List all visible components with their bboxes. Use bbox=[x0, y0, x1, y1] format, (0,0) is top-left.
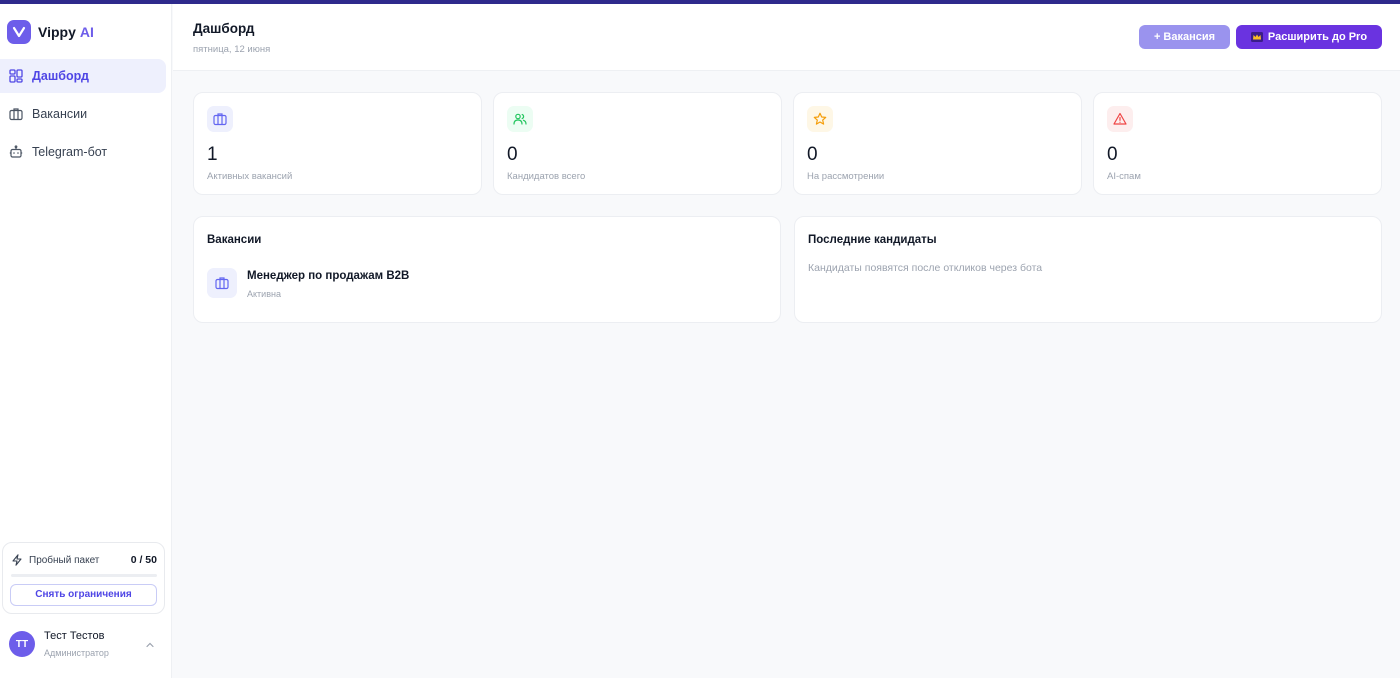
sidebar-nav: Дашборд Вакансии Telegram-бот bbox=[0, 59, 172, 173]
sidebar: Vippy AI Дашборд Вакансии Telegram-бот П… bbox=[0, 4, 172, 678]
user-profile[interactable]: TT Тест Тестов Администратор bbox=[9, 628, 159, 660]
empty-state-text: Кандидаты появятся после откликов через … bbox=[808, 262, 1043, 274]
page-date: пятница, 12 июня bbox=[193, 44, 271, 55]
sidebar-item-label: Вакансии bbox=[32, 107, 88, 121]
user-role: Администратор bbox=[44, 648, 109, 658]
users-icon bbox=[507, 106, 533, 132]
stat-card-ai-spam: 0 AI-спам bbox=[1093, 92, 1382, 195]
stat-label: На рассмотрении bbox=[807, 171, 885, 182]
stat-value: 0 bbox=[507, 144, 518, 165]
trial-package-card: Пробный пакет 0 / 50 Снять ограничения bbox=[2, 542, 165, 614]
alert-triangle-icon bbox=[1107, 106, 1133, 132]
dashboard-grid-icon bbox=[9, 69, 23, 83]
avatar: TT bbox=[9, 631, 35, 657]
bot-icon bbox=[9, 145, 23, 158]
brand-logo-icon bbox=[7, 20, 31, 44]
crown-icon bbox=[1250, 32, 1263, 42]
stat-value: 0 bbox=[807, 144, 818, 165]
trial-label: Пробный пакет bbox=[29, 554, 100, 566]
user-name: Тест Тестов bbox=[44, 630, 105, 642]
panel-title: Вакансии bbox=[207, 234, 262, 246]
vacancies-panel: Вакансии Менеджер по продажам B2B Активн… bbox=[193, 216, 781, 323]
sidebar-item-label: Дашборд bbox=[32, 69, 89, 83]
sidebar-item-vacancies[interactable]: Вакансии bbox=[0, 97, 166, 131]
add-vacancy-button[interactable]: + Вакансия bbox=[1139, 25, 1230, 49]
vacancy-status: Активна bbox=[247, 289, 281, 299]
page-title: Дашборд bbox=[193, 21, 255, 36]
brand[interactable]: Vippy AI bbox=[7, 20, 94, 44]
sidebar-item-dashboard[interactable]: Дашборд bbox=[0, 59, 166, 93]
stat-card-under-review: 0 На рассмотрении bbox=[793, 92, 1082, 195]
star-icon bbox=[807, 106, 833, 132]
briefcase-icon bbox=[9, 108, 23, 121]
stat-value: 1 bbox=[207, 144, 218, 165]
stat-label: Активных вакансий bbox=[207, 171, 293, 182]
vacancy-title: Менеджер по продажам B2B bbox=[247, 270, 410, 282]
lightning-icon bbox=[12, 554, 22, 566]
remove-limits-button[interactable]: Снять ограничения bbox=[10, 584, 157, 606]
trial-progress-bar bbox=[11, 574, 157, 577]
briefcase-icon bbox=[207, 268, 237, 298]
upgrade-pro-button[interactable]: Расширить до Pro bbox=[1236, 25, 1382, 49]
vacancy-list-item[interactable]: Менеджер по продажам B2B Активна bbox=[207, 268, 767, 300]
sidebar-item-telegram-bot[interactable]: Telegram-бот bbox=[0, 135, 166, 169]
page-header: Дашборд пятница, 12 июня + Вакансия Расш… bbox=[173, 4, 1400, 71]
sidebar-item-label: Telegram-бот bbox=[32, 145, 108, 159]
panel-title: Последние кандидаты bbox=[808, 234, 937, 246]
upgrade-pro-label: Расширить до Pro bbox=[1267, 31, 1368, 43]
recent-candidates-panel: Последние кандидаты Кандидаты появятся п… bbox=[794, 216, 1382, 323]
stat-value: 0 bbox=[1107, 144, 1118, 165]
brand-name: Vippy bbox=[38, 24, 76, 40]
brand-suffix: AI bbox=[79, 24, 94, 40]
chevron-up-icon[interactable] bbox=[145, 640, 155, 650]
briefcase-icon bbox=[207, 106, 233, 132]
stat-card-active-vacancies: 1 Активных вакансий bbox=[193, 92, 482, 195]
trial-count: 0 / 50 bbox=[130, 554, 157, 566]
stat-card-total-candidates: 0 Кандидатов всего bbox=[493, 92, 782, 195]
stat-label: Кандидатов всего bbox=[507, 171, 586, 182]
stat-label: AI-спам bbox=[1107, 171, 1141, 182]
